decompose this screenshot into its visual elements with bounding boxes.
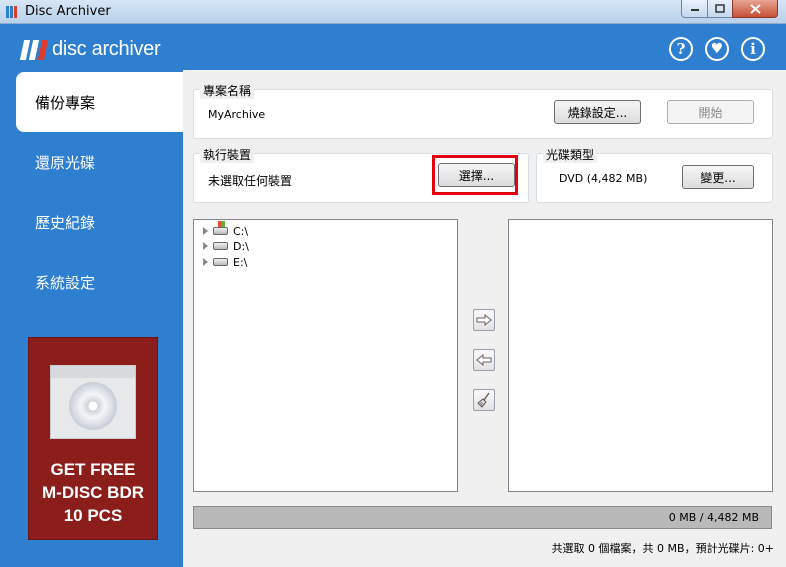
archive-contents-pane[interactable] (508, 219, 773, 492)
expand-icon[interactable] (203, 242, 208, 250)
disc-type-group: 光碟類型 DVD (4,482 MB) 變更... (536, 146, 773, 203)
source-tree-pane[interactable]: C:\ D:\ E:\ (193, 219, 458, 492)
sidebar-item-label: 還原光碟 (35, 153, 96, 172)
sidebar-item-backup-project[interactable]: 備份專案 (16, 72, 183, 132)
app-icon (6, 6, 17, 18)
change-disc-type-button[interactable]: 變更... (682, 165, 754, 189)
tree-item-c[interactable]: C:\ (203, 221, 248, 238)
start-button[interactable]: 開始 (667, 100, 754, 124)
burn-settings-button[interactable]: 燒錄設定... (554, 100, 641, 124)
drive-icon (213, 242, 228, 250)
tree-item-e[interactable]: E:\ (203, 255, 247, 269)
drive-icon (213, 258, 228, 266)
expand-icon[interactable] (203, 258, 208, 266)
main-panel: 專案名稱 MyArchive 燒錄設定... 開始 執行裝置 未選取任何裝置 選… (183, 70, 786, 567)
close-button[interactable] (732, 0, 778, 18)
maximize-button[interactable] (707, 0, 733, 18)
close-icon (749, 3, 761, 14)
arrow-right-icon (476, 314, 492, 326)
disc-type-value: DVD (4,482 MB) (559, 172, 648, 185)
favorite-icon[interactable]: ♥ (705, 37, 729, 61)
remove-from-archive-button[interactable] (473, 349, 495, 371)
capacity-progress-bar: 0 MB / 4,482 MB (193, 506, 772, 529)
project-name-value: MyArchive (208, 108, 266, 121)
app-logo: disc archiver (19, 38, 161, 61)
sidebar: 備份專案 還原光碟 歷史紀錄 系統設定 GET FREE M-DISC BDR … (0, 70, 183, 567)
logo-text: disc archiver (52, 38, 161, 60)
device-label: 執行裝置 (200, 146, 255, 163)
sidebar-item-settings[interactable]: 系統設定 (16, 252, 183, 312)
help-icon[interactable]: ? (669, 37, 693, 61)
tree-item-d[interactable]: D:\ (203, 239, 249, 253)
status-text: 共選取 0 個檔案，共 0 MB，預計光碟片: 0+ (551, 542, 774, 555)
promo-banner[interactable]: GET FREE M-DISC BDR 10 PCS (28, 337, 158, 540)
disc-type-label: 光碟類型 (543, 146, 598, 163)
sidebar-item-label: 系統設定 (35, 273, 96, 292)
sidebar-item-restore-disc[interactable]: 還原光碟 (16, 132, 183, 192)
project-name-group: 專案名稱 MyArchive 燒錄設定... 開始 (193, 82, 773, 139)
highlight-box (432, 155, 518, 195)
arrow-left-icon (476, 354, 492, 366)
clear-archive-button[interactable] (473, 389, 495, 411)
mdisc-package-image (50, 365, 136, 439)
maximize-icon (715, 4, 725, 13)
app-header: disc archiver ? ♥ i (0, 24, 786, 70)
logo-bars-icon (19, 39, 49, 60)
sidebar-item-label: 歷史紀錄 (35, 213, 96, 232)
minimize-icon (690, 8, 699, 11)
info-icon[interactable]: i (741, 37, 765, 61)
broom-icon (477, 392, 490, 408)
capacity-progress-text: 0 MB / 4,482 MB (668, 511, 759, 524)
sidebar-item-label: 備份專案 (35, 93, 96, 112)
window-title: Disc Archiver (25, 4, 111, 19)
device-value: 未選取任何裝置 (208, 174, 293, 188)
promo-text: GET FREE M-DISC BDR 10 PCS (42, 460, 144, 525)
add-to-archive-button[interactable] (473, 309, 495, 331)
project-name-label: 專案名稱 (200, 82, 255, 99)
sidebar-item-history[interactable]: 歷史紀錄 (16, 192, 183, 252)
title-bar: Disc Archiver (0, 0, 786, 24)
system-drive-icon (213, 221, 228, 235)
minimize-button[interactable] (681, 0, 708, 18)
expand-icon[interactable] (203, 227, 208, 235)
